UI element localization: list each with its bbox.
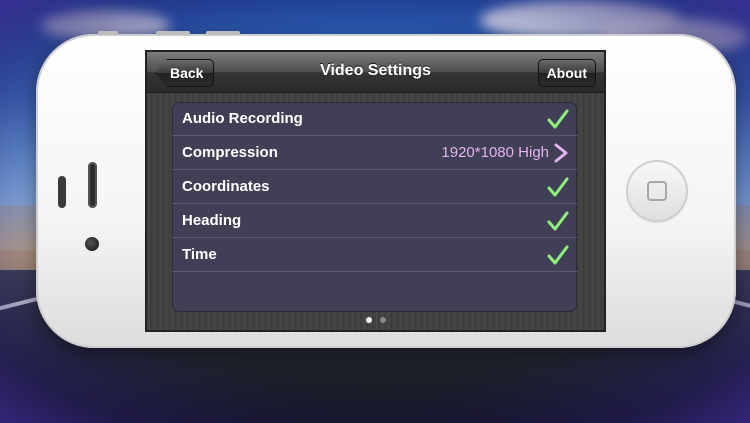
sensor	[58, 176, 66, 208]
back-button[interactable]: Back	[155, 59, 215, 87]
setting-label: Coordinates	[182, 178, 270, 195]
front-camera	[85, 237, 99, 251]
page-dot-active[interactable]	[365, 317, 372, 323]
home-button[interactable]	[626, 160, 688, 222]
navigation-bar: Video Settings Back About	[147, 52, 604, 93]
page-title: Video Settings	[320, 62, 431, 79]
mute-switch	[98, 31, 118, 35]
setting-label: Audio Recording	[182, 110, 303, 127]
check-icon	[547, 109, 569, 128]
about-button[interactable]: About	[537, 59, 596, 87]
app-screen: Video Settings Back About Audio Recordin…	[147, 52, 604, 330]
check-icon	[547, 177, 569, 196]
check-icon	[547, 245, 569, 264]
setting-label: Compression	[182, 144, 278, 161]
earpiece-speaker	[88, 162, 97, 208]
chevron-right-icon	[554, 143, 568, 162]
home-square-icon	[647, 181, 667, 201]
volume-button	[206, 31, 240, 35]
page-dot[interactable]	[379, 317, 386, 323]
setting-row-heading[interactable]: Heading	[172, 204, 577, 238]
check-icon	[547, 211, 569, 230]
setting-label: Heading	[182, 212, 242, 229]
volume-button	[156, 31, 190, 35]
setting-row-audio-recording[interactable]: Audio Recording	[172, 102, 577, 136]
setting-row-compression[interactable]: Compression 1920*1080 High	[172, 136, 577, 170]
setting-label: Time	[182, 246, 217, 263]
setting-row-time[interactable]: Time	[172, 238, 577, 272]
page-control[interactable]	[147, 317, 604, 325]
setting-row-coordinates[interactable]: Coordinates	[172, 170, 577, 204]
settings-table: Audio Recording Compression 1920*1080 Hi…	[172, 102, 577, 312]
compression-value: 1920*1080 High	[441, 144, 549, 161]
